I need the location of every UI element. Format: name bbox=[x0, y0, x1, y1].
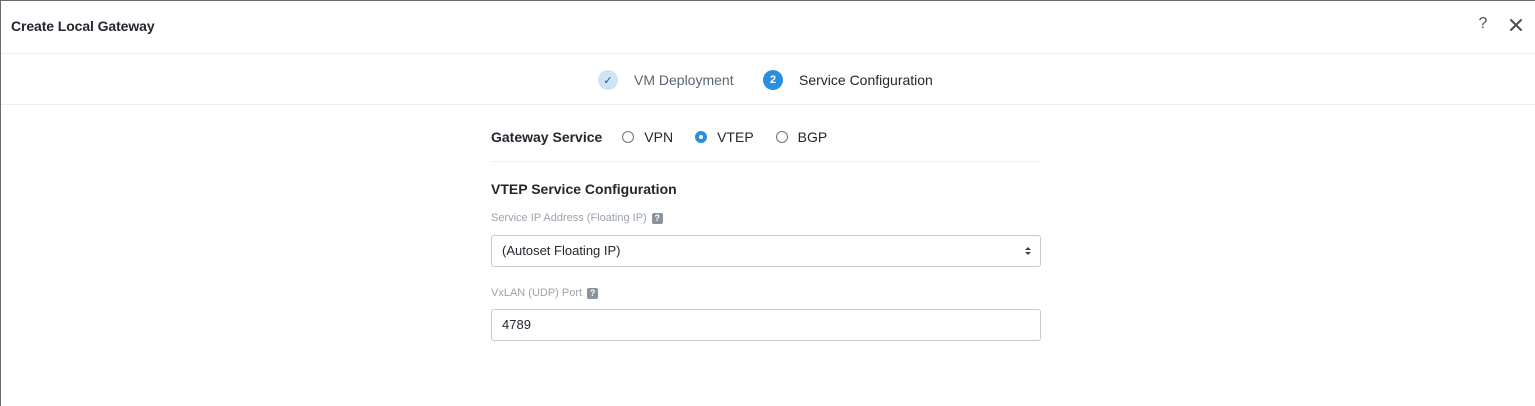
radio-label: VTEP bbox=[717, 129, 754, 145]
gateway-service-radio-group: Gateway Service VPN VTEP BGP bbox=[491, 127, 849, 147]
radio-button-selected[interactable] bbox=[695, 131, 708, 143]
service-ip-label-text: Service IP Address (Floating IP) bbox=[491, 212, 647, 224]
radio-option-vpn[interactable]: VPN bbox=[622, 129, 673, 145]
radio-option-vtep[interactable]: VTEP bbox=[695, 129, 754, 145]
vxlan-port-label: VxLAN (UDP) Port ? bbox=[491, 287, 599, 299]
service-ip-label: Service IP Address (Floating IP) ? bbox=[491, 212, 663, 224]
select-arrows-icon bbox=[1025, 247, 1031, 255]
wizard-step-label: VM Deployment bbox=[634, 72, 734, 88]
vxlan-port-label-text: VxLAN (UDP) Port bbox=[491, 287, 583, 299]
radio-option-bgp[interactable]: BGP bbox=[775, 129, 828, 145]
radio-button[interactable] bbox=[775, 131, 788, 143]
wizard-step-label: Service Configuration bbox=[799, 72, 933, 88]
section-title: VTEP Service Configuration bbox=[491, 181, 677, 197]
help-icon[interactable]: ? bbox=[587, 287, 599, 299]
vxlan-port-input[interactable]: 4789 bbox=[491, 309, 1041, 341]
create-local-gateway-dialog: Create Local Gateway ? ✓ VM Deployment 2… bbox=[0, 0, 1535, 406]
divider bbox=[491, 161, 1041, 162]
radio-label: VPN bbox=[644, 129, 674, 145]
dialog-header: Create Local Gateway ? bbox=[1, 1, 1535, 54]
dialog-title: Create Local Gateway bbox=[11, 18, 155, 34]
service-ip-select[interactable]: (Autoset Floating IP) bbox=[491, 235, 1041, 267]
wizard-step-vm-deployment[interactable]: ✓ VM Deployment bbox=[598, 69, 734, 91]
help-button[interactable]: ? bbox=[1475, 15, 1491, 35]
wizard-step-service-configuration[interactable]: 2 Service Configuration bbox=[763, 69, 933, 91]
radio-label: BGP bbox=[797, 129, 828, 145]
close-button[interactable] bbox=[1507, 15, 1525, 35]
close-icon bbox=[1510, 19, 1522, 31]
radio-button[interactable] bbox=[622, 131, 635, 143]
gateway-service-label: Gateway Service bbox=[491, 129, 603, 145]
service-ip-selected-value: (Autoset Floating IP) bbox=[502, 243, 621, 258]
step-complete-check-icon: ✓ bbox=[598, 70, 618, 90]
help-icon[interactable]: ? bbox=[651, 212, 663, 224]
step-number-badge: 2 bbox=[763, 70, 783, 90]
wizard-steps: ✓ VM Deployment 2 Service Configuration bbox=[1, 54, 1535, 105]
vxlan-port-value: 4789 bbox=[502, 317, 531, 332]
